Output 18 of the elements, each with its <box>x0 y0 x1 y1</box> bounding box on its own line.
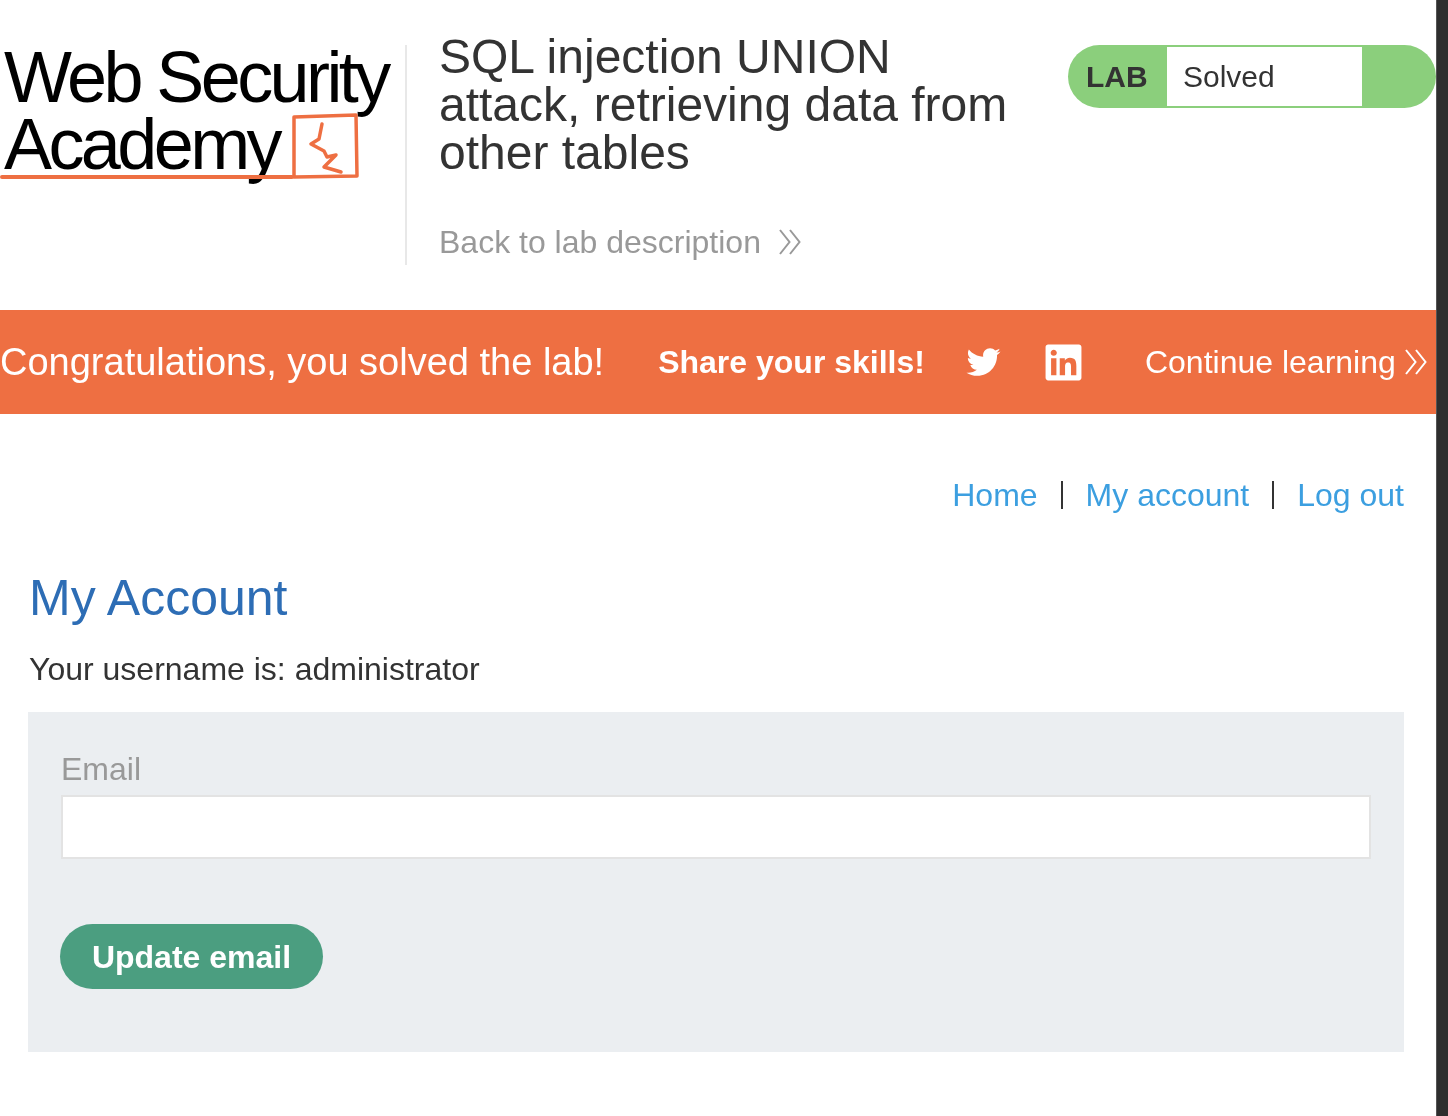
share-label: Share your skills! <box>658 343 925 382</box>
back-to-description-link[interactable]: Back to lab description <box>439 222 801 262</box>
lab-title: SQL injection UNION attack, retrieving data from other tables <box>439 33 1009 177</box>
double-chevron-icon <box>1404 349 1427 375</box>
double-chevron-icon <box>778 229 801 255</box>
nav-link[interactable]: Home <box>952 475 1038 515</box>
nav-link[interactable]: My account <box>1085 475 1250 515</box>
success-message: Congratulations, you solved the lab! <box>0 340 605 385</box>
email-label: Email <box>61 750 141 789</box>
logo-wordmark[interactable]: Web Security Academy <box>4 40 392 192</box>
username-text: Your username is: administrator <box>28 650 481 689</box>
update-email-button[interactable]: Update email <box>60 924 323 989</box>
nav-link[interactable]: Log out <box>1297 475 1404 515</box>
email-input[interactable] <box>61 795 1371 859</box>
lab-label: LAB <box>1085 59 1149 95</box>
status-text: Solved <box>1167 47 1362 106</box>
page-heading: My Account <box>28 569 289 628</box>
continue-learning-link[interactable]: Continue learning <box>1144 342 1427 382</box>
